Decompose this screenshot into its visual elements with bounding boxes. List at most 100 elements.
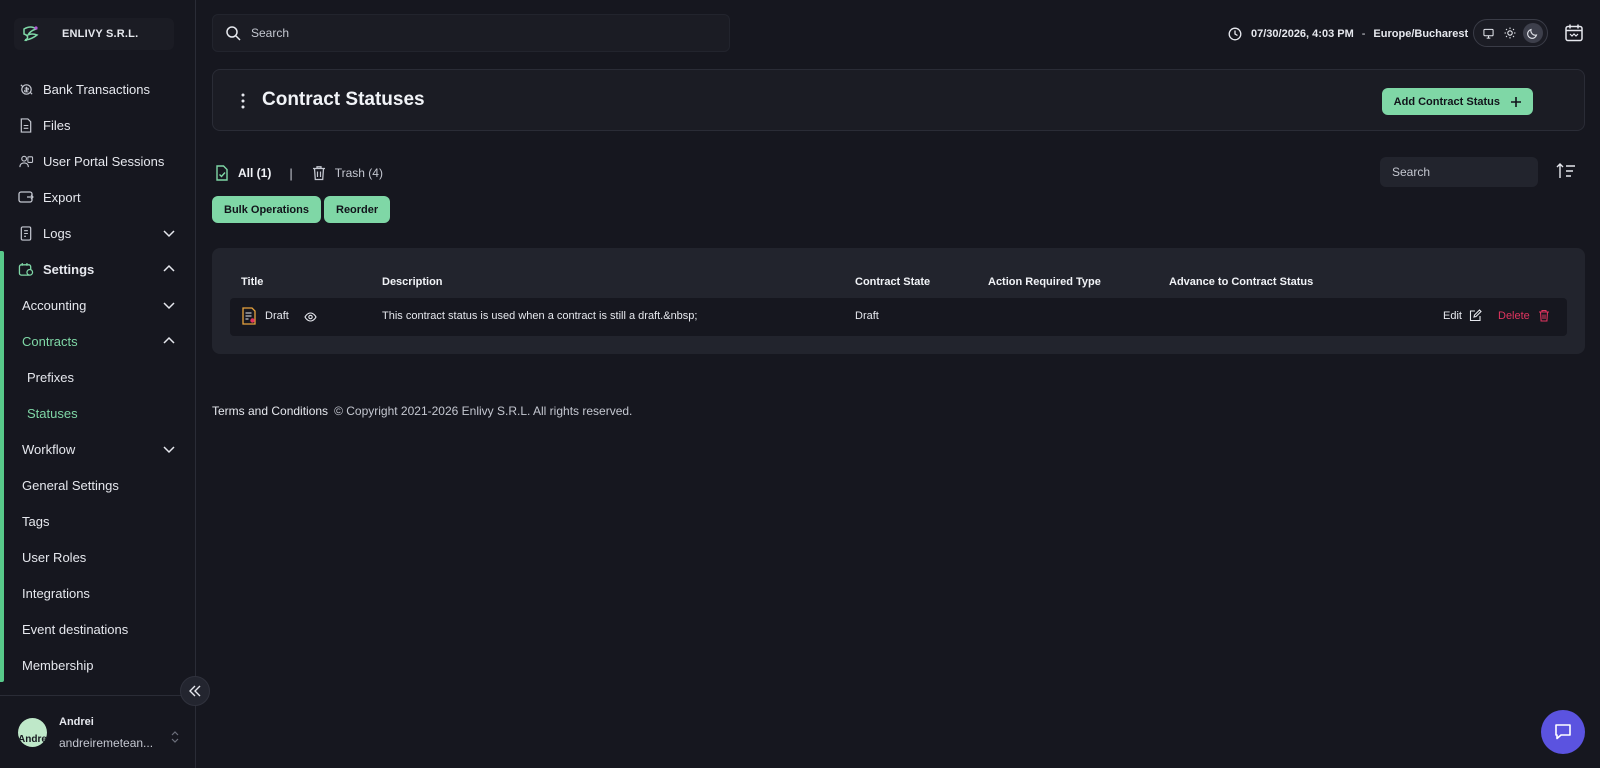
bulk-operations-button[interactable]: Bulk Operations xyxy=(212,196,321,223)
user-name: Andrei xyxy=(59,716,94,728)
sidebar-item-label: Contracts xyxy=(22,333,78,349)
sidebar: ENLIVY S.R.L. Bank Transactions Files Us… xyxy=(0,0,196,768)
global-search-input[interactable] xyxy=(251,26,711,40)
sidebar-item-label: User Portal Sessions xyxy=(43,153,165,169)
copyright-text: © Copyright 2021-2026 Enlivy S.R.L. All … xyxy=(334,404,633,418)
sidebar-item-label: Logs xyxy=(43,225,72,241)
eye-icon[interactable] xyxy=(304,311,317,323)
sidebar-item-label: Prefixes xyxy=(27,369,74,385)
column-header-action-required-type: Action Required Type xyxy=(988,276,1101,288)
datetime-separator: - xyxy=(1361,28,1366,40)
tab-all[interactable]: All (1) xyxy=(214,165,271,181)
filter-tabs: All (1) | Trash (4) xyxy=(214,162,383,184)
sidebar-item-user-roles[interactable]: User Roles xyxy=(0,539,196,575)
sidebar-item-logs[interactable]: Logs xyxy=(0,215,196,251)
chevron-down-icon xyxy=(163,446,175,454)
add-contract-status-button[interactable]: Add Contract Status xyxy=(1381,88,1533,115)
sidebar-item-label: Accounting xyxy=(22,297,87,313)
sidebar-item-integrations[interactable]: Integrations xyxy=(0,575,196,611)
collapse-sidebar-button[interactable] xyxy=(180,676,210,706)
edit-icon xyxy=(1469,309,1482,322)
app-root: ENLIVY S.R.L. Bank Transactions Files Us… xyxy=(0,0,1600,768)
trash-icon xyxy=(1538,309,1549,322)
chevron-up-down-icon[interactable] xyxy=(170,729,180,745)
sidebar-item-export[interactable]: Export xyxy=(0,179,196,215)
sidebar-item-workflow[interactable]: Workflow xyxy=(0,431,196,467)
sidebar-item-event-destinations[interactable]: Event destinations xyxy=(0,611,196,647)
sidebar-item-label: Integrations xyxy=(22,585,90,601)
add-button-label: Add Contract Status xyxy=(1393,95,1500,108)
theme-system-button[interactable] xyxy=(1478,23,1498,43)
page-title: Contract Statuses xyxy=(262,89,425,110)
chat-button[interactable] xyxy=(1541,710,1585,754)
statuses-table: Title Description Contract State Action … xyxy=(212,248,1585,354)
cell-title: Draft xyxy=(265,310,289,322)
terms-link[interactable]: Terms and Conditions xyxy=(212,404,328,418)
column-header-description: Description xyxy=(382,276,443,288)
kebab-menu-icon[interactable] xyxy=(235,92,251,110)
sidebar-item-label: Export xyxy=(43,189,81,205)
chat-bubble-icon xyxy=(1555,724,1571,740)
edit-button[interactable]: Edit xyxy=(1443,309,1482,322)
sidebar-item-label: General Settings xyxy=(22,477,119,493)
delete-label: Delete xyxy=(1498,309,1530,322)
reorder-label: Reorder xyxy=(336,203,379,216)
sidebar-item-tags[interactable]: Tags xyxy=(0,503,196,539)
moon-icon xyxy=(1526,28,1538,39)
sidebar-item-bank-transactions[interactable]: Bank Transactions xyxy=(0,71,196,107)
chevron-up-icon xyxy=(163,336,175,344)
document-status-icon xyxy=(242,307,256,325)
avatar-text: Andre xyxy=(18,734,47,745)
theme-light-button[interactable] xyxy=(1500,23,1520,43)
user-sessions-icon xyxy=(18,153,34,169)
list-search-input[interactable] xyxy=(1392,165,1532,179)
cell-contract-state: Draft xyxy=(855,310,879,322)
sidebar-item-label: Event destinations xyxy=(22,621,129,637)
table-row[interactable]: Draft This contract status is used when … xyxy=(230,298,1567,336)
file-check-icon xyxy=(216,165,228,181)
tab-all-label: All (1) xyxy=(238,166,272,180)
sidebar-item-label: Bank Transactions xyxy=(43,81,150,97)
sidebar-item-files[interactable]: Files xyxy=(0,107,196,143)
datetime-value: 07/30/2026, 4:03 PM xyxy=(1251,28,1354,40)
double-chevron-left-icon xyxy=(189,685,201,697)
logs-icon xyxy=(18,225,34,241)
sort-icon[interactable] xyxy=(1556,162,1576,180)
sidebar-item-label: Files xyxy=(43,117,71,133)
column-header-advance-to-status: Advance to Contract Status xyxy=(1169,276,1314,288)
sidebar-item-accounting[interactable]: Accounting xyxy=(0,287,196,323)
sidebar-item-label: Settings xyxy=(43,261,95,277)
sidebar-item-membership[interactable]: Membership xyxy=(0,647,196,683)
sidebar-item-label: User Roles xyxy=(22,549,87,565)
delete-button[interactable]: Delete xyxy=(1498,309,1550,322)
file-icon xyxy=(18,117,34,133)
calendar-icon[interactable] xyxy=(1564,23,1584,43)
sidebar-item-settings[interactable]: Settings xyxy=(0,251,196,287)
sidebar-nav: Bank Transactions Files User Portal Sess… xyxy=(0,71,196,683)
sidebar-item-contracts[interactable]: Contracts xyxy=(0,323,196,359)
tab-trash[interactable]: Trash (4) xyxy=(311,165,383,181)
list-search[interactable] xyxy=(1380,157,1538,187)
theme-dark-button[interactable] xyxy=(1522,23,1543,43)
org-switcher[interactable]: ENLIVY S.R.L. xyxy=(14,18,174,50)
enlivy-logo-icon xyxy=(23,26,39,42)
user-profile[interactable]: Andre Andrei andreiremetean... xyxy=(0,695,196,768)
sidebar-item-user-portal-sessions[interactable]: User Portal Sessions xyxy=(0,143,196,179)
timezone: Europe/Bucharest xyxy=(1373,28,1469,40)
sidebar-item-general-settings[interactable]: General Settings xyxy=(0,467,196,503)
plus-icon xyxy=(1511,96,1521,107)
page-footer: Terms and Conditions © Copyright 2021-20… xyxy=(212,404,632,418)
monitor-icon xyxy=(1483,28,1494,39)
export-icon xyxy=(18,189,34,205)
bank-transactions-icon xyxy=(18,81,34,97)
sun-icon xyxy=(1504,27,1516,39)
sidebar-item-label: Tags xyxy=(22,513,50,529)
sidebar-item-statuses[interactable]: Statuses xyxy=(0,395,196,431)
global-search[interactable] xyxy=(212,14,730,52)
sidebar-item-prefixes[interactable]: Prefixes xyxy=(0,359,196,395)
column-header-title: Title xyxy=(241,276,264,288)
chevron-up-icon xyxy=(163,264,175,272)
reorder-button[interactable]: Reorder xyxy=(324,196,391,223)
trash-icon xyxy=(312,166,325,181)
bulk-operations-label: Bulk Operations xyxy=(224,203,309,216)
